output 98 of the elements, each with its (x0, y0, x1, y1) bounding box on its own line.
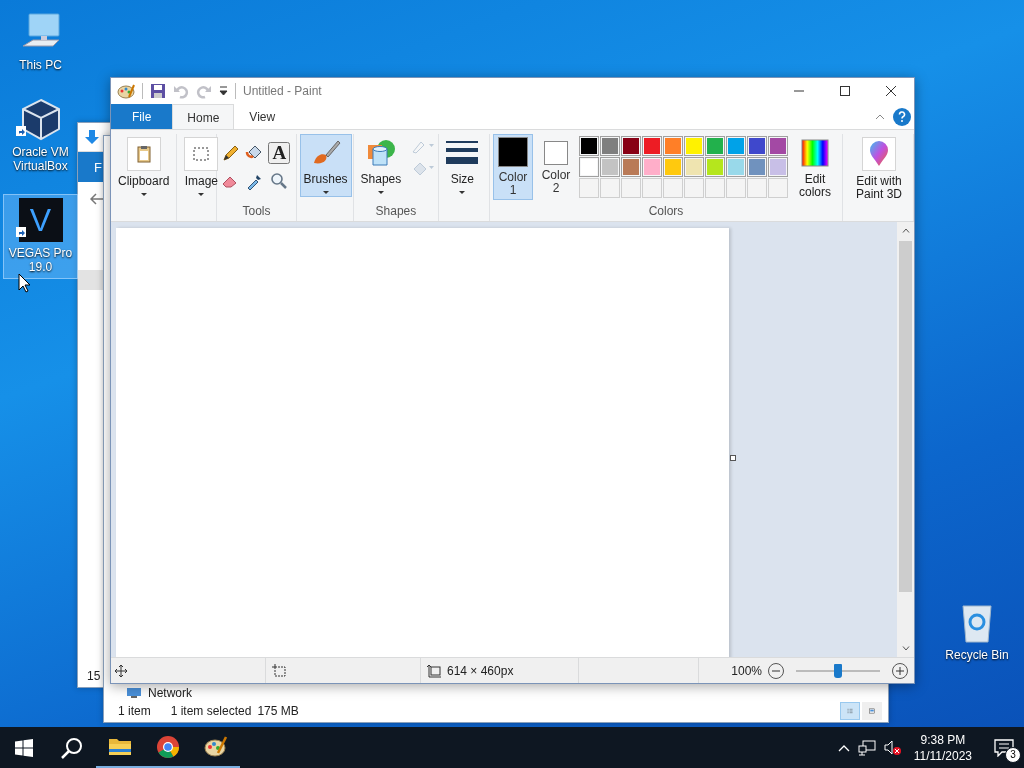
app-logo: V (18, 198, 63, 242)
windows-logo-icon (15, 738, 33, 757)
color-slot-button[interactable]: Color 2 (536, 134, 576, 198)
icon-label: VEGAS Pro 19.0 (7, 246, 74, 274)
save-icon[interactable] (150, 83, 166, 99)
search-icon (61, 736, 83, 759)
canvas-size-icon (427, 663, 441, 678)
zoom-level: 100% (731, 663, 762, 678)
status-text: 1 item selected (170, 704, 252, 718)
paint-drop-icon (869, 141, 889, 167)
chevron-up-icon[interactable] (837, 743, 850, 752)
desktop-icon[interactable]: This PC (3, 6, 78, 77)
scrollbar[interactable] (897, 222, 914, 657)
partial-tab[interactable]: F (78, 152, 103, 182)
plus-icon (896, 666, 904, 675)
window-title: Untitled - Paint (243, 84, 322, 98)
group-label: Colors (648, 204, 684, 218)
color-swatch[interactable] (747, 136, 767, 156)
clock-time: 9:38 PM (920, 731, 966, 748)
status-text: 1 item (118, 704, 151, 718)
back-arrow-icon[interactable] (90, 193, 104, 205)
color-swatch[interactable] (747, 157, 767, 177)
color-swatch[interactable] (684, 157, 704, 177)
notifications-icon[interactable] (994, 738, 1014, 757)
caret-icon[interactable] (459, 191, 466, 194)
ribbon-tab[interactable]: Home (172, 104, 235, 130)
color-swatch[interactable] (579, 157, 599, 177)
color-swatch[interactable] (726, 136, 746, 156)
color-swatch[interactable] (579, 136, 599, 156)
help-button[interactable] (893, 107, 911, 126)
cursor-icon (18, 273, 31, 293)
maximize-icon (840, 86, 850, 96)
download-icon (84, 129, 100, 145)
line-width-icon (446, 139, 479, 167)
color-swatch[interactable] (621, 157, 641, 177)
group-label: Shapes (375, 204, 417, 218)
image-select-button[interactable]: Image (180, 134, 223, 199)
desktop-icon[interactable]: Oracle VM VirtualBox (3, 93, 78, 178)
spectrum-icon (801, 139, 829, 167)
move-icon (115, 664, 127, 677)
edit-colors-button[interactable]: Edit colors (791, 134, 839, 202)
status-text: 175 MB (257, 704, 299, 718)
palette-icon (204, 734, 228, 759)
selection-size-icon (272, 663, 286, 678)
caret-icon[interactable] (322, 191, 329, 194)
ribbon-tab[interactable]: View (234, 104, 291, 129)
color-swatch[interactable] (600, 136, 620, 156)
notification-badge: 3 (1005, 747, 1021, 763)
color-swatch[interactable] (768, 157, 788, 177)
clock-date: 11/11/2023 (913, 747, 972, 764)
color-swatch[interactable] (705, 136, 725, 156)
scroll-up-icon[interactable] (901, 228, 910, 233)
caret-icon[interactable] (377, 191, 384, 194)
scroll-thumb[interactable] (899, 241, 912, 592)
scroll-down-icon[interactable] (901, 646, 910, 651)
close-icon (886, 86, 896, 96)
color-swatch[interactable] (663, 157, 683, 177)
icon-label: Recycle Bin (944, 648, 1010, 662)
color-swatch[interactable] (705, 157, 725, 177)
row-number: 15 (87, 669, 101, 683)
help-icon (898, 111, 906, 122)
caret-icon[interactable] (198, 193, 205, 196)
volume-muted-icon[interactable] (883, 739, 902, 756)
color-swatch[interactable] (642, 157, 662, 177)
clipboard-icon (136, 145, 151, 163)
icon-label: Oracle VM VirtualBox (11, 145, 70, 173)
color-swatch[interactable] (642, 136, 662, 156)
file-menu-tab[interactable]: File (111, 104, 173, 129)
paint-3d-button[interactable]: Edit with Paint 3D (846, 134, 912, 204)
color-swatch[interactable] (600, 157, 620, 177)
customize-caret-icon[interactable] (219, 86, 228, 96)
desktop-icon[interactable]: V VEGAS Pro 19.0 (3, 194, 78, 279)
group-label: Tools (242, 204, 271, 218)
size-button[interactable]: Size (442, 134, 483, 197)
network-icon (126, 686, 142, 699)
network-icon[interactable] (857, 739, 876, 756)
folder-label[interactable]: Network (148, 685, 192, 700)
color-swatch[interactable] (663, 136, 683, 156)
palette-icon (117, 83, 135, 99)
color-swatch[interactable] (684, 136, 704, 156)
color-swatch[interactable] (621, 136, 641, 156)
brushes-button[interactable]: Brushes (299, 134, 352, 197)
thumbnails-icon (869, 705, 875, 717)
preview-view-button[interactable] (862, 702, 882, 720)
collapse-ribbon-icon[interactable] (875, 113, 885, 120)
caret-icon[interactable] (140, 193, 147, 196)
clipboard-button[interactable]: Clipboard (114, 134, 174, 199)
text-tool[interactable]: A (268, 142, 291, 164)
color-slot-button[interactable]: Color 1 (493, 134, 533, 200)
resize-handle[interactable] (730, 455, 736, 461)
zoom-slider-thumb[interactable] (834, 663, 842, 678)
color-swatch[interactable] (768, 136, 788, 156)
canvas-dimensions: 614 × 460px (447, 663, 514, 678)
browser-icon (156, 734, 180, 759)
color-swatch[interactable] (726, 157, 746, 177)
shapes-button[interactable]: Shapes (356, 134, 406, 197)
icon-label: This PC (18, 58, 63, 72)
selection-icon (193, 147, 210, 161)
